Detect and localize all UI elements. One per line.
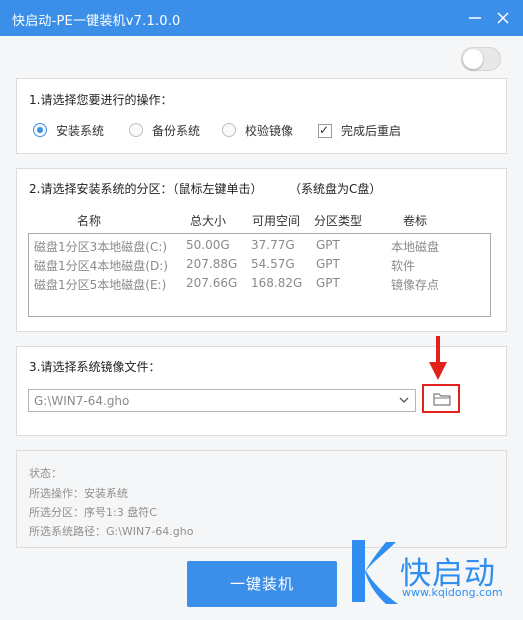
- partition-free: 37.77G: [251, 238, 295, 252]
- partition-name: 磁盘1分区4本地磁盘(D:): [34, 259, 168, 273]
- radio-label: 校验镜像: [245, 123, 294, 138]
- title-bar: 快启动-PE一键装机v7.1.0.0: [0, 0, 523, 36]
- check-mark-icon: ✓: [319, 122, 330, 137]
- restart-checkbox[interactable]: ✓ 完成后重启: [318, 122, 401, 139]
- column-header-total: 总大小: [190, 214, 227, 228]
- k-logo-icon: [352, 540, 398, 604]
- status-path: 所选系统路径：G:\WIN7-64.gho: [29, 525, 194, 538]
- partition-note: （系统盘为C盘）: [289, 182, 382, 196]
- partition-type: GPT: [316, 276, 340, 290]
- partition-title: 2.请选择安装系统的分区：（鼠标左键单击）: [29, 182, 263, 196]
- browse-folder-button[interactable]: [422, 384, 460, 413]
- partition-row[interactable]: 磁盘1分区4本地磁盘(D:) 207.88G 54.57G GPT 软件: [29, 255, 490, 274]
- image-title: 3.请选择系统镜像文件：: [29, 360, 161, 374]
- radio-dot: [33, 123, 47, 137]
- status-partition: 所选分区：序号1:3 盘符C: [29, 506, 157, 519]
- close-icon: [497, 12, 509, 24]
- partition-total: 207.66G: [186, 276, 238, 290]
- column-header-free: 可用空间: [252, 214, 301, 228]
- partition-row[interactable]: 磁盘1分区3本地磁盘(C:) 50.00G 37.77G GPT 本地磁盘: [29, 236, 490, 255]
- operation-panel: [16, 78, 507, 154]
- window-title: 快启动-PE一键装机v7.1.0.0: [12, 14, 181, 29]
- one-click-install-button[interactable]: 一键装机: [187, 561, 337, 607]
- image-path-dropdown[interactable]: G:\WIN7-64.gho: [28, 389, 416, 412]
- radio-label: 备份系统: [152, 123, 201, 138]
- partition-row[interactable]: 磁盘1分区5本地磁盘(E:) 207.66G 168.82G GPT 镜像存点: [29, 274, 490, 293]
- folder-icon: [433, 393, 451, 406]
- toggle-knob: [463, 49, 483, 69]
- checkbox-box: ✓: [318, 122, 332, 138]
- brand-logo: 快启动 www.kqidong.com: [348, 538, 523, 620]
- radio-verify[interactable]: 校验镜像: [222, 122, 293, 138]
- status-operation: 所选操作：安装系统: [29, 487, 128, 500]
- partition-label: 本地磁盘: [391, 240, 440, 254]
- brand-url: www.kqidong.com: [402, 586, 503, 599]
- status-label: 状态：: [29, 467, 62, 480]
- partition-type: GPT: [316, 257, 340, 271]
- radio-install[interactable]: 安装系统: [33, 122, 104, 138]
- radio-dot: [129, 123, 143, 137]
- minimize-icon: [469, 17, 481, 19]
- red-arrow-icon: [429, 336, 447, 380]
- radio-label: 安装系统: [56, 123, 105, 138]
- column-header-name: 名称: [77, 214, 102, 228]
- column-header-label: 卷标: [403, 214, 428, 228]
- partition-type: GPT: [316, 238, 340, 252]
- partition-free: 168.82G: [251, 276, 303, 290]
- column-header-type: 分区类型: [314, 214, 363, 228]
- partition-name: 磁盘1分区3本地磁盘(C:): [34, 240, 168, 254]
- close-button[interactable]: [491, 6, 515, 30]
- radio-backup[interactable]: 备份系统: [129, 122, 200, 138]
- mode-toggle[interactable]: [461, 47, 501, 71]
- partition-free: 54.57G: [251, 257, 295, 271]
- minimize-button[interactable]: [463, 6, 487, 30]
- partition-label: 软件: [391, 259, 416, 273]
- chevron-down-icon: [399, 397, 409, 403]
- partition-total: 207.88G: [186, 257, 238, 271]
- radio-dot: [222, 123, 236, 137]
- operation-title: 1.请选择您要进行的操作：: [29, 93, 173, 107]
- partition-name: 磁盘1分区5本地磁盘(E:): [34, 278, 167, 292]
- partition-label: 镜像存点: [391, 278, 440, 292]
- partition-total: 50.00G: [186, 238, 230, 252]
- image-path-value: G:\WIN7-64.gho: [34, 394, 130, 408]
- partition-list[interactable]: 磁盘1分区3本地磁盘(C:) 50.00G 37.77G GPT 本地磁盘 磁盘…: [28, 233, 491, 317]
- checkbox-label: 完成后重启: [341, 124, 402, 138]
